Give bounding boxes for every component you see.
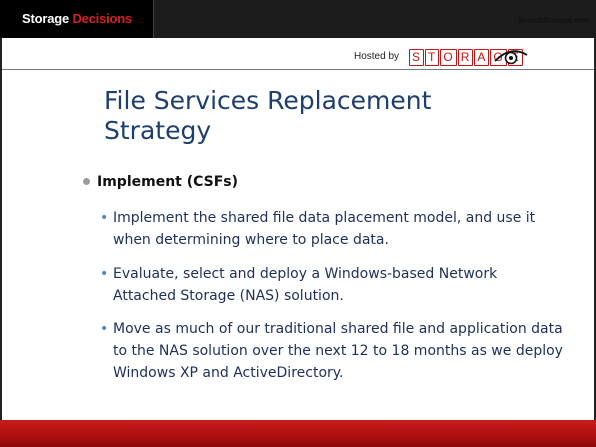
bullet-icon: • — [100, 321, 109, 337]
sub-bullet: • Evaluate, select and deploy a Windows-… — [96, 263, 566, 307]
brand-main: Storage — [22, 11, 70, 26]
frame-left-border — [0, 38, 2, 420]
storage-letter: O — [440, 48, 457, 66]
header-divider — [0, 69, 596, 70]
bullet-dot-icon — [83, 178, 90, 185]
sub-bullet-text: Implement the shared file data placement… — [113, 210, 536, 248]
section-heading: Implement (CSFs) — [83, 171, 238, 190]
hosted-by-label: Hosted by — [354, 51, 400, 62]
bullet-icon: • — [100, 266, 109, 282]
sub-bullet: • Implement the shared file data placeme… — [96, 207, 566, 251]
bottom-bar — [0, 420, 596, 447]
bullet-icon: • — [100, 210, 109, 226]
brand-logo: Storage Decisions — [22, 11, 132, 26]
searchstorage-label: SearchStorage.com — [518, 16, 590, 25]
slide-title: File Services Replacement Strategy — [104, 86, 432, 145]
brand-tab: Storage Decisions — [0, 0, 154, 38]
slide: Storage Decisions Hosted by S T O R A G … — [0, 0, 596, 447]
sub-bullet-text: Move as much of our traditional shared f… — [113, 321, 563, 381]
storage-letter: T — [425, 48, 440, 66]
section-heading-text: Implement (CSFs) — [97, 174, 239, 190]
brand-accent: Decisions — [72, 11, 133, 26]
hosted-by-bar: Hosted by S T O R A G E — [0, 38, 596, 70]
storage-letter: S — [409, 48, 425, 66]
searchstorage-logo-icon — [494, 50, 528, 65]
sub-bullet: • Move as much of our traditional shared… — [96, 318, 566, 406]
storage-letter: R — [457, 48, 474, 66]
storage-letter: A — [474, 48, 490, 66]
sub-bullet-text: Evaluate, select and deploy a Windows-ba… — [113, 266, 498, 304]
